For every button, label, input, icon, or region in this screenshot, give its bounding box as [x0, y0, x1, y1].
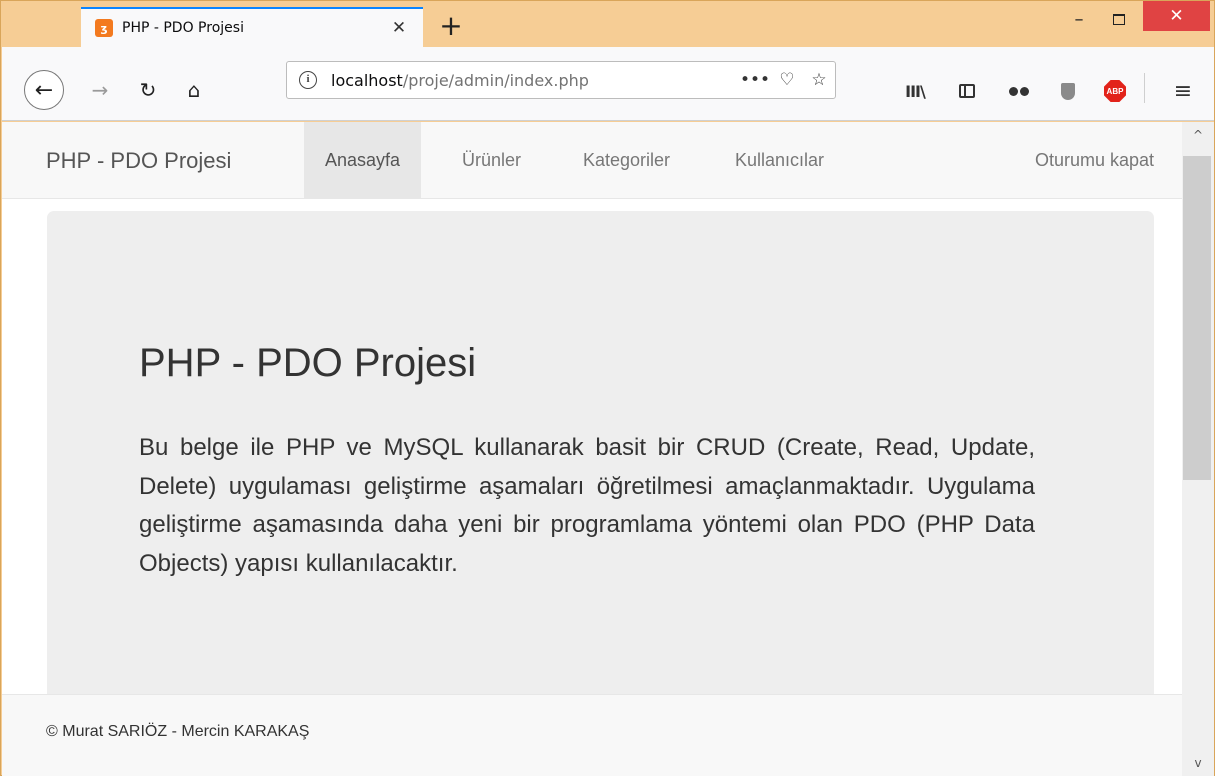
page-footer: © Murat SARIÖZ - Mercin KARAKAŞ — [2, 694, 1182, 776]
url-text[interactable]: localhost/proje/admin/index.php — [331, 71, 739, 90]
forward-button[interactable]: → — [84, 74, 116, 106]
nav-item-home[interactable]: Anasayfa — [304, 122, 422, 198]
close-window-button[interactable]: ✕ — [1143, 1, 1210, 31]
navbar-brand[interactable]: PHP - PDO Projesi — [46, 148, 231, 174]
vertical-scrollbar[interactable]: ^ v — [1182, 122, 1214, 776]
nav-item-categories[interactable]: Kategoriler — [562, 122, 691, 198]
tab-close-icon[interactable]: ✕ — [389, 18, 409, 38]
adblock-icon[interactable]: ABP — [1100, 79, 1130, 103]
footer-copyright: © Murat SARIÖZ - Mercin KARAKAŞ — [46, 723, 310, 740]
page-viewport: PHP - PDO Projesi Anasayfa Ürünler Kateg… — [2, 122, 1214, 776]
tab-strip: ʒ PHP - PDO Projesi ✕ + – ✕ — [1, 1, 1215, 47]
xampp-icon: ʒ — [95, 19, 113, 37]
browser-tab[interactable]: ʒ PHP - PDO Projesi ✕ — [81, 7, 423, 47]
menu-icon[interactable]: ≡ — [1168, 79, 1198, 104]
pocket-icon[interactable]: ♡ — [771, 70, 803, 90]
browser-window: ʒ PHP - PDO Projesi ✕ + – ✕ ← → ↻ ⌂ i lo… — [0, 0, 1215, 776]
navigation-toolbar: ← → ↻ ⌂ i localhost/proje/admin/index.ph… — [2, 47, 1214, 121]
minimize-button[interactable]: – — [1059, 1, 1099, 37]
scroll-up-icon[interactable]: ^ — [1182, 122, 1214, 148]
url-path: /proje/admin/index.php — [402, 70, 589, 90]
site-navbar: PHP - PDO Projesi Anasayfa Ürünler Kateg… — [2, 122, 1182, 199]
tab-title: PHP - PDO Projesi — [122, 20, 244, 36]
reload-button[interactable]: ↻ — [132, 74, 164, 106]
url-bar[interactable]: i localhost/proje/admin/index.php ••• ♡ … — [286, 61, 836, 99]
shield-icon[interactable] — [1053, 79, 1083, 103]
back-button[interactable]: ← — [24, 70, 64, 110]
page-actions-icon[interactable]: ••• — [739, 70, 771, 90]
home-button[interactable]: ⌂ — [178, 74, 210, 106]
maximize-icon — [1113, 13, 1125, 25]
jumbotron: PHP - PDO Projesi Bu belge ile PHP ve My… — [47, 211, 1154, 731]
maximize-button[interactable] — [1099, 1, 1139, 37]
bookmark-star-icon[interactable]: ☆ — [803, 70, 835, 90]
scroll-down-icon[interactable]: v — [1182, 750, 1214, 776]
page-title: PHP - PDO Projesi — [139, 341, 477, 385]
new-tab-button[interactable]: + — [437, 12, 465, 41]
nav-item-products[interactable]: Ürünler — [441, 122, 542, 198]
url-host: localhost — [331, 70, 403, 90]
extension-icon[interactable] — [1004, 79, 1034, 103]
scroll-thumb[interactable] — [1183, 156, 1211, 480]
nav-item-users[interactable]: Kullanıcılar — [714, 122, 845, 198]
site-info-icon[interactable]: i — [299, 71, 317, 89]
library-icon[interactable]: III\ — [900, 79, 930, 103]
sidebar-icon[interactable] — [952, 79, 982, 103]
toolbar-divider — [1144, 73, 1145, 103]
intro-paragraph: Bu belge ile PHP ve MySQL kullanarak bas… — [139, 434, 1035, 577]
logout-link[interactable]: Oturumu kapat — [1035, 122, 1154, 198]
